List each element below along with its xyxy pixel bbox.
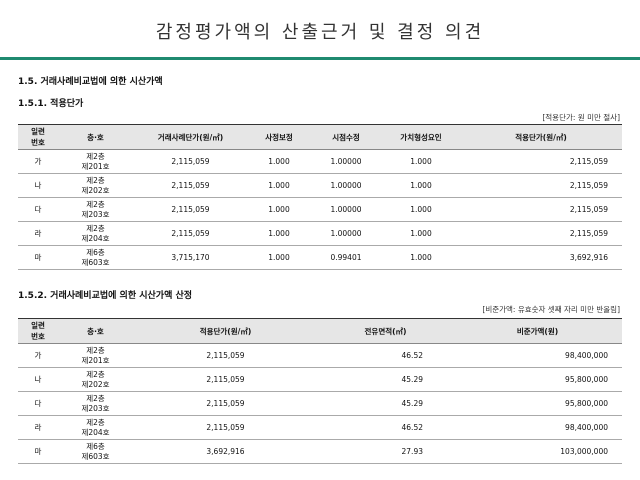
circumstance-adj-cell: 1.000	[248, 221, 310, 246]
comparison-value-note: [비준가액: 유효숫자 셋째 자리 미만 반올림]	[482, 305, 620, 314]
applied-price-cell: 2,115,059	[460, 197, 622, 222]
case-price-cell: 3,715,170	[133, 245, 248, 270]
serial-cell: 라	[18, 221, 58, 246]
circumstance-adj-cell: 1.000	[248, 197, 310, 222]
applied-price-cell: 2,115,059	[133, 415, 318, 440]
header-time-adj: 시점수정	[310, 124, 382, 150]
applied-price-cell: 2,115,059	[133, 391, 318, 416]
exclusive-area-cell: 27.93	[318, 439, 453, 464]
comparison-value-cell: 98,400,000	[453, 415, 622, 440]
value-factor-cell: 1.000	[382, 173, 460, 198]
serial-cell: 라	[18, 415, 58, 440]
time-adj-cell: 1.00000	[310, 221, 382, 246]
header-exclusive-area: 전유면적(㎡)	[318, 318, 453, 344]
header-serial: 일련 번호	[18, 124, 58, 150]
floor-unit-cell: 제6층 제603호	[58, 439, 133, 464]
page-title: 감정평가액의 산출근거 및 결정 의견	[155, 22, 485, 43]
title-divider	[0, 57, 640, 60]
floor-unit-cell: 제6층 제603호	[58, 245, 133, 270]
subsection-heading-unit-price: 1.5.1. 적용단가	[18, 99, 84, 109]
circumstance-adj-cell: 1.000	[248, 245, 310, 270]
applied-price-cell: 2,115,059	[133, 343, 318, 368]
comparison-value-cell: 98,400,000	[453, 343, 622, 368]
serial-cell: 다	[18, 197, 58, 222]
comparison-value-cell: 95,800,000	[453, 367, 622, 392]
case-price-cell: 2,115,059	[133, 197, 248, 222]
table-row: 가 제2층 제201호 2,115,059 1.000 1.00000 1.000 2,115…	[18, 149, 622, 174]
table-row: 나 제2층 제202호 2,115,059 45.29 95,800,000	[18, 367, 622, 392]
exclusive-area-cell: 45.29	[318, 367, 453, 392]
header-case-price: 거래사례단가(원/㎡)	[133, 124, 248, 150]
header-applied-price: 적용단가(원/㎡)	[133, 318, 318, 344]
case-price-cell: 2,115,059	[133, 149, 248, 174]
floor-unit-cell: 제2층 제204호	[58, 221, 133, 246]
serial-cell: 가	[18, 343, 58, 368]
header-applied-price: 적용단가(원/㎡)	[460, 124, 622, 150]
serial-cell: 가	[18, 149, 58, 174]
serial-cell: 나	[18, 173, 58, 198]
circumstance-adj-cell: 1.000	[248, 149, 310, 174]
floor-unit-cell: 제2층 제201호	[58, 149, 133, 174]
circumstance-adj-cell: 1.000	[248, 173, 310, 198]
table-row: 마 제6층 제603호 3,692,916 27.93 103,000,000	[18, 439, 622, 464]
comparison-value-table: 일련 번호 층·호 적용단가(원/㎡) 전유면적(㎡) 비준가액(원) 가 제2층 제201호…	[18, 318, 622, 464]
exclusive-area-cell: 46.52	[318, 415, 453, 440]
applied-price-cell: 2,115,059	[133, 367, 318, 392]
unit-price-note: [적용단가: 원 미만 절사]	[542, 113, 620, 122]
table-row: 라 제2층 제204호 2,115,059 1.000 1.00000 1.000 2,115…	[18, 221, 622, 246]
table-row: 가 제2층 제201호 2,115,059 46.52 98,400,000	[18, 343, 622, 368]
table-row: 다 제2층 제203호 2,115,059 1.000 1.00000 1.000 2,115…	[18, 197, 622, 222]
unit-price-table: 일련 번호 층·호 거래사례단가(원/㎡) 사정보정 시점수정 가치형성요인 적용단가(원/㎡…	[18, 124, 622, 270]
applied-price-cell: 2,115,059	[460, 221, 622, 246]
header-circumstance-adj: 사정보정	[248, 124, 310, 150]
value-factor-cell: 1.000	[382, 149, 460, 174]
comparison-value-cell: 95,800,000	[453, 391, 622, 416]
comparison-value-cell: 103,000,000	[453, 439, 622, 464]
time-adj-cell: 1.00000	[310, 149, 382, 174]
case-price-cell: 2,115,059	[133, 221, 248, 246]
header-floor-unit: 층·호	[58, 124, 133, 150]
floor-unit-cell: 제2층 제203호	[58, 391, 133, 416]
time-adj-cell: 1.00000	[310, 173, 382, 198]
serial-cell: 다	[18, 391, 58, 416]
floor-unit-cell: 제2층 제202호	[58, 367, 133, 392]
floor-unit-cell: 제2층 제203호	[58, 197, 133, 222]
table-row: 다 제2층 제203호 2,115,059 45.29 95,800,000	[18, 391, 622, 416]
applied-price-cell: 2,115,059	[460, 173, 622, 198]
floor-unit-cell: 제2층 제201호	[58, 343, 133, 368]
exclusive-area-cell: 46.52	[318, 343, 453, 368]
time-adj-cell: 1.00000	[310, 197, 382, 222]
applied-price-cell: 2,115,059	[460, 149, 622, 174]
header-serial: 일련 번호	[18, 318, 58, 344]
value-factor-cell: 1.000	[382, 245, 460, 270]
table-row: 마 제6층 제603호 3,715,170 1.000 0.99401 1.000 3,692…	[18, 245, 622, 270]
header-comparison-value: 비준가액(원)	[453, 318, 622, 344]
time-adj-cell: 0.99401	[310, 245, 382, 270]
exclusive-area-cell: 45.29	[318, 391, 453, 416]
serial-cell: 마	[18, 439, 58, 464]
subsection-heading-comparison-value: 1.5.2. 거래사례비교법에 의한 시산가액 산정	[18, 291, 193, 301]
serial-cell: 마	[18, 245, 58, 270]
section-heading: 1.5. 거래사례비교법에 의한 시산가액	[18, 77, 163, 87]
value-factor-cell: 1.000	[382, 197, 460, 222]
value-factor-cell: 1.000	[382, 221, 460, 246]
table-row: 나 제2층 제202호 2,115,059 1.000 1.00000 1.000 2,115…	[18, 173, 622, 198]
table-row: 라 제2층 제204호 2,115,059 46.52 98,400,000	[18, 415, 622, 440]
applied-price-cell: 3,692,916	[460, 245, 622, 270]
header-value-factor: 가치형성요인	[382, 124, 460, 150]
applied-price-cell: 3,692,916	[133, 439, 318, 464]
serial-cell: 나	[18, 367, 58, 392]
case-price-cell: 2,115,059	[133, 173, 248, 198]
floor-unit-cell: 제2층 제204호	[58, 415, 133, 440]
header-floor-unit: 층·호	[58, 318, 133, 344]
floor-unit-cell: 제2층 제202호	[58, 173, 133, 198]
